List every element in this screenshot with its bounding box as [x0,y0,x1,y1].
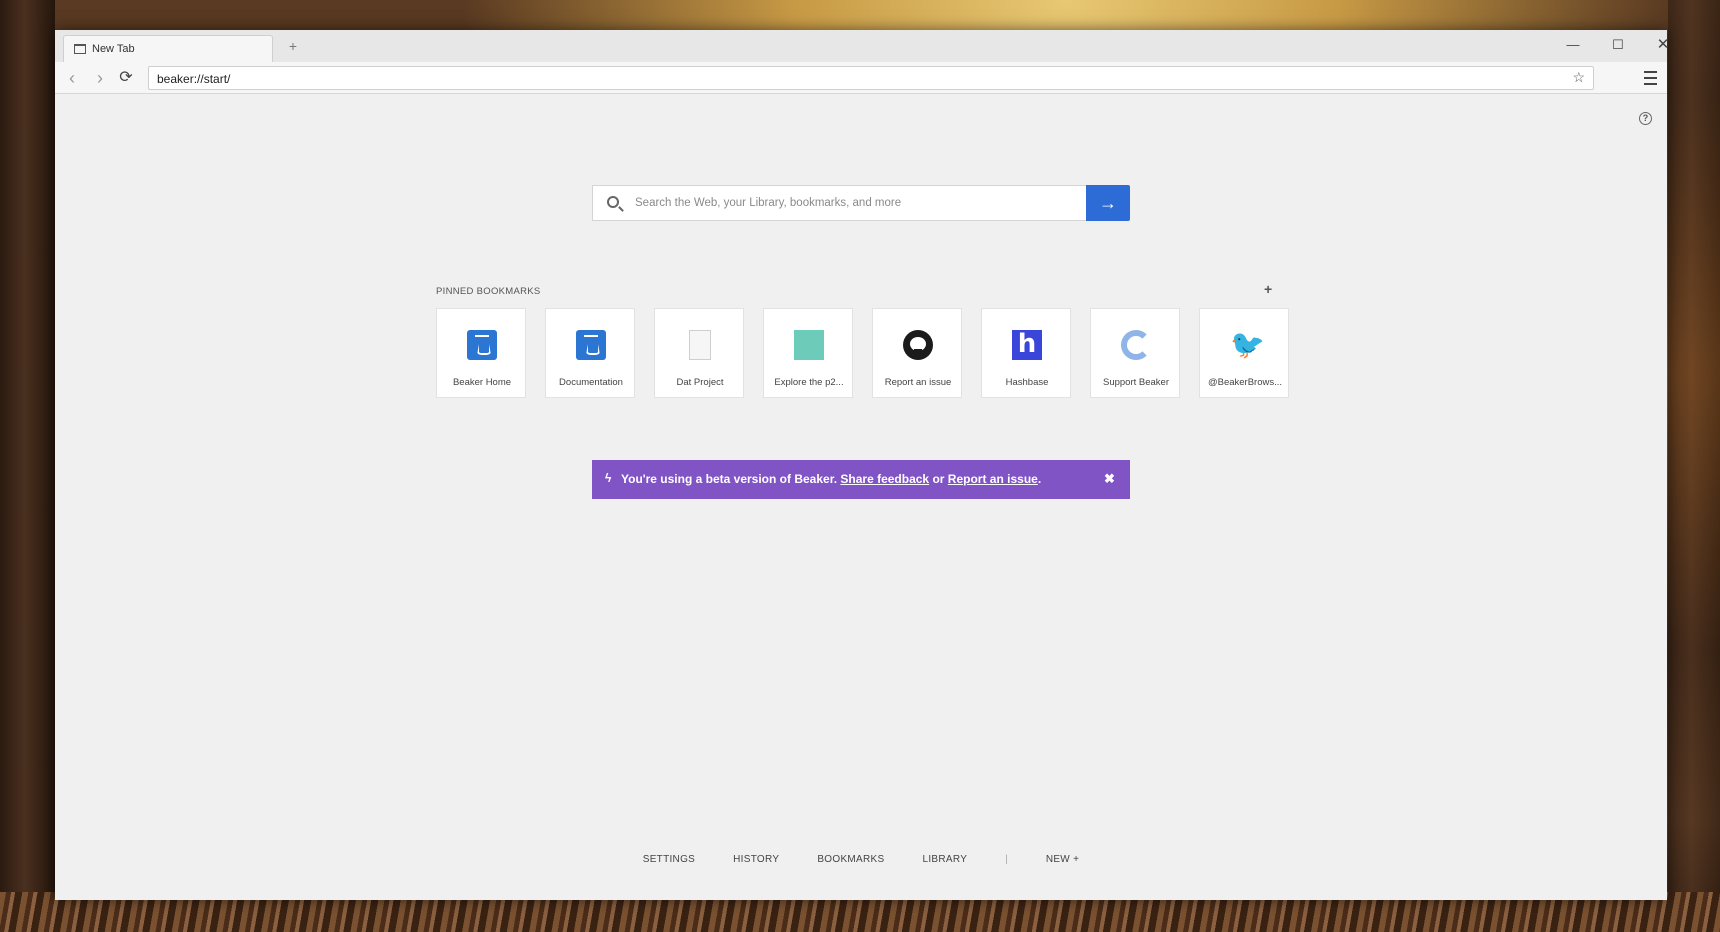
new-tab-button[interactable]: + [283,36,303,56]
bookmark-label: Explore the p2... [774,377,844,388]
add-pinned-bookmark-button[interactable]: + [1264,281,1272,297]
support-icon [1121,330,1151,360]
bookmark-beaker-home[interactable]: Beaker Home [436,308,526,398]
beta-period: . [1037,472,1042,486]
bookmark-documentation[interactable]: Documentation [545,308,635,398]
lightning-bolt-icon: ϟ [605,471,612,485]
share-feedback-link[interactable]: Share feedback [840,472,929,486]
toolbar: ‹ › ⟳ beaker://start/ ☆ [55,62,1667,94]
bookmark-dat-project[interactable]: Dat Project [654,308,744,398]
report-issue-link[interactable]: Report an issue [948,472,1038,486]
footer-separator: | [1005,854,1008,865]
back-button[interactable]: ‹ [61,67,83,89]
help-icon[interactable]: ? [1639,112,1652,125]
window-icon [74,44,86,54]
beta-notice-banner: ϟ You're using a beta version of Beaker.… [592,460,1130,499]
bookmark-label: Support Beaker [1102,377,1169,388]
minimize-button[interactable]: — [1553,34,1593,56]
close-button[interactable]: ✕ [1643,34,1683,56]
beaker-icon [576,330,606,360]
github-icon [903,330,933,360]
bookmark-star-icon[interactable]: ☆ [1572,69,1585,86]
titlebar: New Tab + — ☐ ✕ [55,30,1669,62]
reload-button[interactable]: ⟳ [115,67,137,89]
bookmark-label: Documentation [559,377,623,388]
teal-square-icon [794,330,824,360]
search-form: Search the Web, your Library, bookmarks,… [592,185,1130,221]
beta-message: You're using a beta version of Beaker. [621,472,838,486]
url-text: beaker://start/ [157,72,231,86]
footer-link-new[interactable]: NEW + [1027,854,1098,874]
bookmark-label: @BeakerBrows... [1207,377,1283,388]
tab-label: New Tab [92,43,135,55]
hashbase-icon: h [1012,330,1042,360]
bookmark-label: Beaker Home [452,377,512,388]
bookmark-twitter[interactable]: 🐦 @BeakerBrows... [1199,308,1289,398]
search-submit-button[interactable]: → [1086,185,1130,221]
maximize-button[interactable]: ☐ [1598,34,1638,56]
background-tree [1668,0,1720,932]
beta-notice-text: You're using a beta version of Beaker. S… [621,472,1041,486]
search-box[interactable]: Search the Web, your Library, bookmarks,… [592,185,1086,221]
page-icon [689,330,711,360]
close-icon[interactable]: ✖ [1104,471,1115,487]
pinned-bookmarks-grid: Beaker Home Documentation Dat Project Ex… [436,308,1304,398]
background-tree [0,0,55,932]
footer-link-settings[interactable]: SETTINGS [624,854,714,874]
bookmark-label: Hashbase [1005,377,1049,388]
beta-or: or [932,472,945,486]
bookmark-label: Report an issue [884,377,952,388]
bookmark-explore[interactable]: Explore the p2... [763,308,853,398]
menu-icon[interactable] [1639,67,1661,89]
beaker-icon [467,330,497,360]
tab-new-tab[interactable]: New Tab [63,35,273,62]
bookmark-support-beaker[interactable]: Support Beaker [1090,308,1180,398]
forward-button[interactable]: › [89,67,111,89]
pinned-bookmarks-title: PINNED BOOKMARKS [436,286,541,297]
twitter-icon: 🐦 [1230,328,1265,361]
bookmark-label: Dat Project [676,377,724,388]
browser-window: New Tab + — ☐ ✕ ‹ › ⟳ beaker://start/ ☆ … [55,30,1669,900]
bookmark-hashbase[interactable]: h Hashbase [981,308,1071,398]
footer-nav: SETTINGS HISTORY BOOKMARKS LIBRARY | NEW… [55,854,1667,874]
address-bar[interactable]: beaker://start/ ☆ [148,66,1594,90]
bookmark-report-issue[interactable]: Report an issue [872,308,962,398]
footer-link-library[interactable]: LIBRARY [903,854,986,874]
search-input[interactable]: Search the Web, your Library, bookmarks,… [635,197,901,209]
footer-link-bookmarks[interactable]: BOOKMARKS [798,854,903,874]
search-icon [607,196,619,208]
footer-link-history[interactable]: HISTORY [714,854,798,874]
